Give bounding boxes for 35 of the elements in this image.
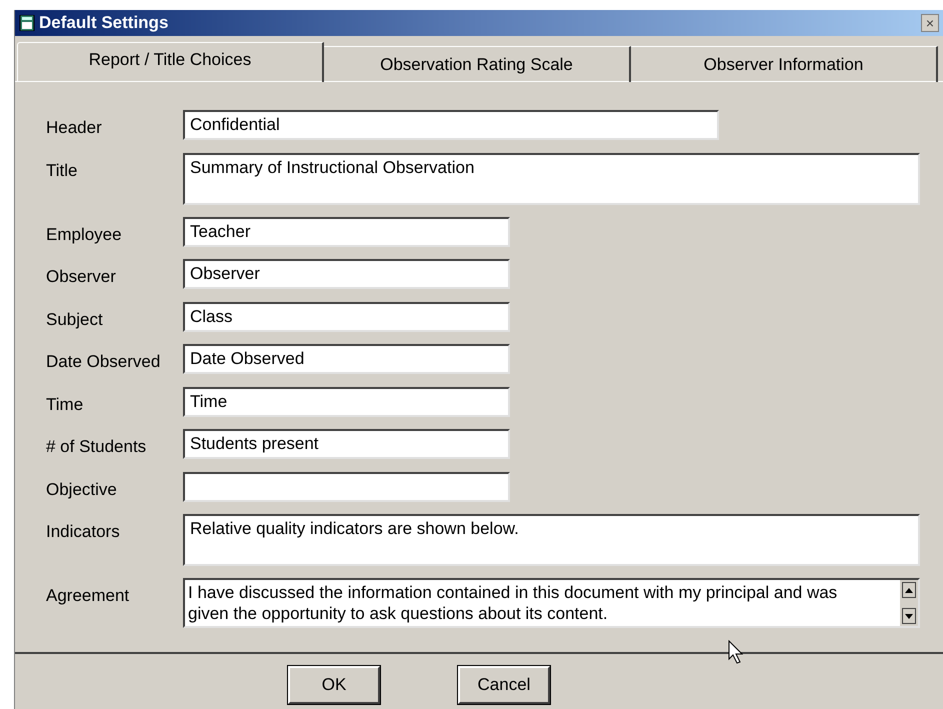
tab[interactable]: Observation Rating Scale	[324, 46, 631, 82]
text-field[interactable]: Confidential	[183, 110, 719, 140]
field-label: Indicators	[46, 521, 121, 543]
text-area[interactable]: Summary of Instructional Observation	[183, 152, 920, 204]
text-field[interactable]	[183, 472, 510, 502]
tab[interactable]: Observer Information	[631, 46, 938, 82]
scroll-up-button[interactable]	[902, 582, 916, 598]
text-field[interactable]: Time	[183, 386, 510, 416]
window-title: Default Settings	[39, 12, 170, 34]
text-field[interactable]: Date Observed	[183, 344, 510, 374]
field-label: Title	[46, 160, 78, 182]
field-label: Observer	[46, 266, 117, 288]
field-label: Agreement	[46, 585, 130, 607]
field-label: Date Observed	[46, 351, 162, 373]
text-field[interactable]: Teacher	[183, 216, 510, 246]
up-arrow-icon	[905, 588, 913, 592]
text-area[interactable]: Relative quality indicators are shown below.	[183, 514, 920, 566]
field-label: Objective	[46, 478, 118, 500]
close-button[interactable]: ×	[921, 14, 939, 32]
field-label: Time	[46, 394, 84, 416]
text-field[interactable]: Students present	[183, 429, 510, 459]
mouse-pointer-icon	[728, 640, 743, 664]
text-area[interactable]: I have discussed the information contained in this document with my principal and was given the opportunity to ask questions about its content.	[183, 578, 920, 628]
tab[interactable]: Report / Title Choices	[17, 42, 324, 82]
text-field[interactable]: Observer	[183, 259, 510, 289]
field-label: # of Students	[46, 436, 148, 458]
text-field[interactable]: Class	[183, 302, 510, 332]
field-label: Subject	[46, 308, 104, 330]
field-label: Employee	[46, 224, 123, 246]
dialog-button[interactable]: OK	[288, 666, 380, 704]
dialog-button[interactable]: Cancel	[458, 666, 550, 704]
scroll-down-button[interactable]	[902, 608, 916, 624]
scrollbar[interactable]	[900, 580, 918, 626]
field-label: Header	[46, 117, 103, 139]
down-arrow-icon	[905, 614, 913, 618]
